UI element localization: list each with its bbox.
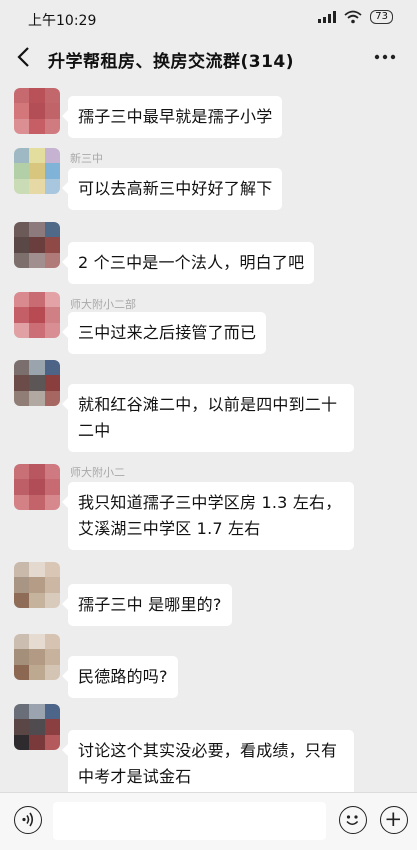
chevron-left-icon[interactable] [12, 44, 38, 70]
status-bar: 上午10:29 73 [0, 0, 417, 36]
avatar[interactable] [14, 148, 60, 194]
message-bubble[interactable]: 2 个三中是一个法人，明白了吧 [61, 242, 315, 284]
chat-header: 升学帮租房、换房交流群(314) [0, 36, 417, 80]
message-bubble[interactable]: 三中过来之后接管了而已 [61, 312, 267, 354]
avatar[interactable] [14, 634, 60, 680]
voice-button[interactable] [14, 806, 42, 834]
message-bubble[interactable]: 就和红谷滩二中，以前是四中到二十二中 [62, 384, 354, 452]
wifi-icon [344, 10, 362, 24]
avatar[interactable] [14, 704, 60, 750]
message-bubble[interactable]: 民德路的吗? [62, 656, 178, 698]
message-bubble[interactable]: 讨论这个其实没必要，看成绩，只有中考才是试金石 [62, 730, 354, 792]
avatar[interactable] [14, 360, 60, 406]
plus-button[interactable] [380, 806, 408, 834]
avatar[interactable] [14, 292, 60, 338]
sender-name: 师大附小二部 [70, 298, 136, 311]
plus-icon [386, 812, 400, 826]
message-bubble[interactable]: 可以去高新三中好好了解下 [61, 168, 283, 210]
battery-indicator: 73 [370, 10, 393, 24]
message-list[interactable]: 孺子三中最早就是孺子小学 新三中 可以去高新三中好好了解下 2 个三中是一个法人… [0, 80, 417, 792]
chat-title: 升学帮租房、换房交流群(314) [48, 52, 295, 72]
sender-name: 新三中 [70, 152, 103, 165]
sender-name: 师大附小二 [70, 466, 125, 479]
message-bubble[interactable]: 孺子三中最早就是孺子小学 [61, 96, 283, 138]
avatar[interactable] [14, 464, 60, 510]
signal-icon [318, 11, 337, 23]
input-bar [0, 792, 417, 850]
status-time: 上午10:29 [28, 13, 97, 29]
avatar[interactable] [14, 222, 60, 268]
voice-icon [22, 812, 34, 827]
message-bubble[interactable]: 孺子三中 是哪里的? [62, 584, 232, 626]
avatar[interactable] [14, 88, 60, 134]
avatar[interactable] [14, 562, 60, 608]
more-dots-icon[interactable] [371, 45, 399, 69]
message-input[interactable] [53, 802, 326, 840]
message-bubble[interactable]: 我只知道孺子三中学区房 1.3 左右，艾溪湖三中学区 1.7 左右 [62, 482, 354, 550]
emoji-button[interactable] [339, 806, 367, 834]
status-icons: 73 [318, 10, 393, 24]
emoji-icon [346, 815, 359, 826]
